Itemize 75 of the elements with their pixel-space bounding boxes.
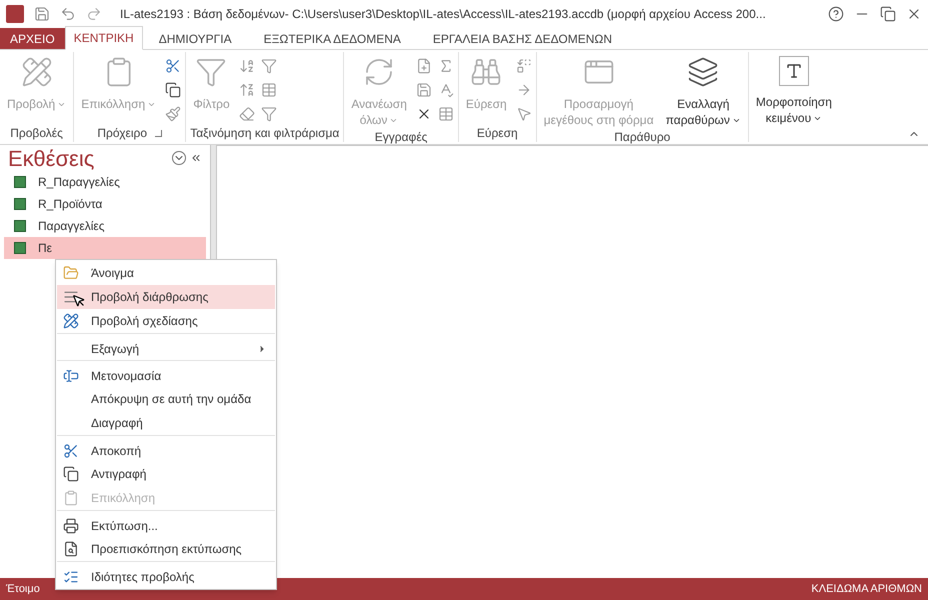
ribbon-tab[interactable]: ΕΡΓΑΛΕΙΑ ΒΑΣΗΣ ΔΕΔΟΜΕΝΩΝ <box>416 28 628 50</box>
menu-item[interactable]: Προβολή σχεδίασης <box>57 309 275 333</box>
filter-icon <box>195 56 228 88</box>
rename-icon <box>63 368 79 384</box>
selection-filter-icon[interactable] <box>260 58 277 74</box>
ribbon-tab[interactable]: ΚΕΝΤΡΙΚΗ <box>64 26 143 50</box>
toggle-filter-icon[interactable] <box>260 106 277 122</box>
menu-item[interactable]: Αποκοπή <box>57 435 275 462</box>
select-icon[interactable] <box>516 106 532 122</box>
print-preview-icon <box>63 541 79 557</box>
scissors-icon <box>63 442 79 458</box>
design-icon <box>63 313 79 329</box>
copy-icon[interactable] <box>165 82 182 98</box>
printer-icon <box>63 518 79 534</box>
help-icon[interactable] <box>828 6 844 22</box>
save-record-icon[interactable] <box>416 82 432 98</box>
scissors-icon[interactable] <box>165 58 182 74</box>
switch-windows-icon <box>687 56 720 88</box>
collapse-icon[interactable] <box>190 152 202 164</box>
undo-icon[interactable] <box>60 6 76 22</box>
advanced-filter-icon[interactable] <box>260 82 277 98</box>
more-icon[interactable] <box>438 106 454 122</box>
dialog-launcher-icon[interactable] <box>155 130 162 136</box>
ribbon-tab[interactable]: ΑΡΧΕΙΟ <box>0 28 65 50</box>
group-label: Πρόχειρο <box>97 125 148 142</box>
report-icon <box>14 176 26 188</box>
group-label: Εύρεση <box>476 125 518 142</box>
menu-item[interactable]: Ιδιότητες προβολής <box>57 561 275 588</box>
app-logo-icon <box>6 5 24 23</box>
menu-item[interactable]: Εκτύπωση... <box>57 510 275 537</box>
status-indicator: ΚΛΕΙΔΩΜΑ ΑΡΙΘΜΩΝ <box>811 582 922 597</box>
paintbrush-icon[interactable] <box>165 106 182 122</box>
ribbon-tab[interactable]: ΔΗΜΙΟΥΡΓΙΑ <box>142 28 248 50</box>
sort-descending-icon[interactable] <box>238 82 255 98</box>
ribbon-tab[interactable]: ΕΞΩΤΕΡΙΚΑ ΔΕΔΟΜΕΝΑ <box>248 28 417 50</box>
menu-item[interactable]: Εξαγωγή <box>57 333 275 360</box>
folder-icon <box>63 265 79 281</box>
menu-item[interactable]: Προεπισκόπηση εκτύπωσης <box>57 537 275 561</box>
group-label: Παράθυρο <box>614 129 670 146</box>
copy-icon <box>63 466 79 482</box>
pane-title: Εκθέσεις <box>8 144 94 172</box>
clear-sort-icon[interactable] <box>238 106 255 122</box>
restore-icon[interactable] <box>880 6 896 22</box>
menu-item[interactable]: Μετονομασία <box>57 360 275 387</box>
menu-item[interactable]: Προβολή διάρθρωσης <box>57 285 275 309</box>
redo-icon[interactable] <box>86 6 102 22</box>
nav-item[interactable]: R_Προϊόντα <box>4 193 206 215</box>
menu-item[interactable]: Αντιγραφή <box>57 462 275 486</box>
sort-ascending-icon[interactable] <box>238 58 255 74</box>
nav-item[interactable]: Παραγγελίες <box>4 215 206 237</box>
menu-item[interactable]: Απόκρυψη σε αυτή την ομάδα <box>57 387 275 411</box>
binoculars-icon <box>470 56 502 88</box>
menu-item[interactable]: Άνοιγμα <box>57 261 275 285</box>
text-format-icon <box>778 56 809 86</box>
status-text: Έτοιμο <box>6 582 40 597</box>
group-label: Ταξινόμηση και φιλτράρισμα <box>190 125 340 142</box>
report-icon <box>14 198 26 210</box>
nav-item[interactable]: R_Παραγγελίες <box>4 171 206 193</box>
dropdown-icon[interactable] <box>172 151 186 165</box>
ribbon-button[interactable]: Εναλλαγή παραθύρων <box>662 56 744 128</box>
mouse-cursor-icon <box>72 294 86 308</box>
clipboard-icon <box>63 490 79 506</box>
menu-item[interactable]: Διαγραφή <box>57 411 275 435</box>
window-title: IL-ates2193 : Βάση δεδομένων- C:\Users\user3\Desktop\IL-ates\Access\IL-ates2193.accdb (μορφή αρχείου Access 200... <box>120 6 766 23</box>
report-icon <box>14 220 26 232</box>
nav-item[interactable]: Πε <box>4 237 206 259</box>
group-label: Προβολές <box>10 125 63 142</box>
layout-icon <box>63 289 79 305</box>
design-view-icon <box>20 56 53 88</box>
report-icon <box>14 242 26 254</box>
new-record-icon[interactable] <box>416 58 432 74</box>
ribbon-button[interactable]: Μορφοποίηση κειμένου <box>752 56 835 126</box>
group-label: Εγγραφές <box>374 129 428 146</box>
save-icon[interactable] <box>34 6 50 22</box>
replace-icon[interactable] <box>516 58 532 74</box>
